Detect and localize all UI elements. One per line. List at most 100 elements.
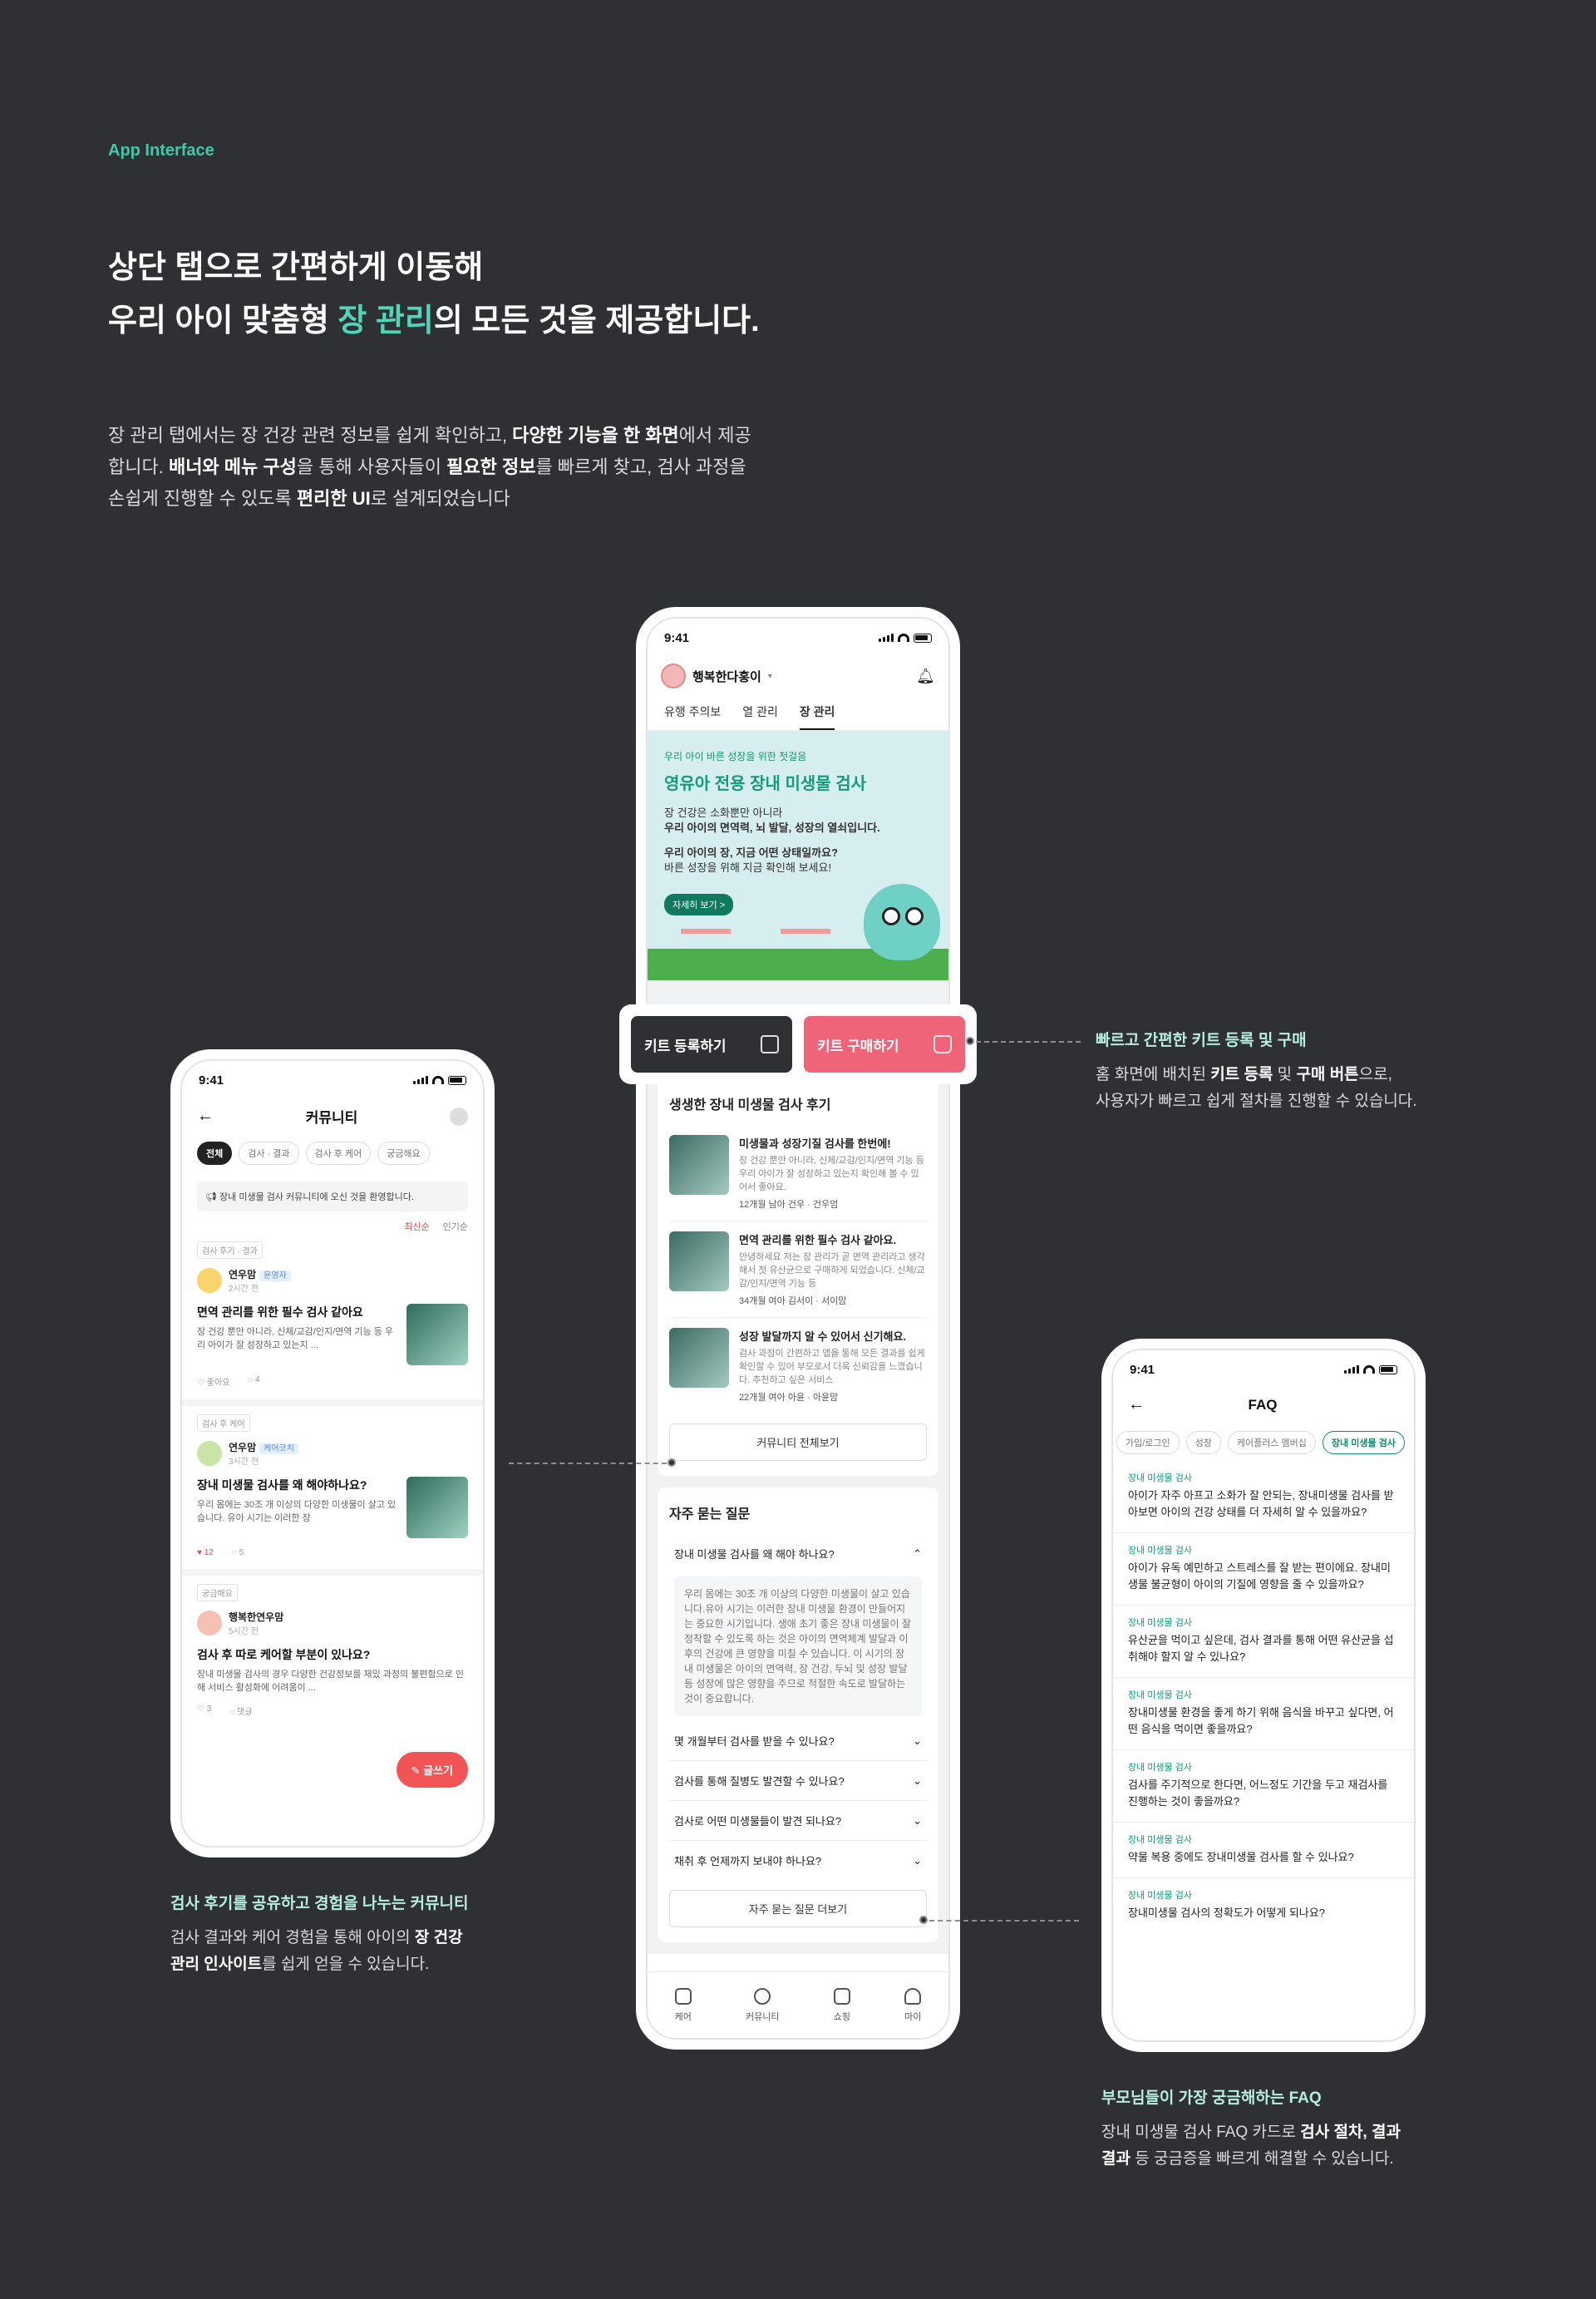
faq-question: 검사를 주기적으로 한다면, 어느정도 기간을 두고 재검사를 진행하는 것이 … [1128, 1779, 1388, 1808]
connector-line [976, 1041, 1081, 1043]
banner-more-button[interactable]: 자세히 보기 > [664, 894, 734, 915]
faq-card[interactable]: 장내 미생물 검사 장내미생물 검사의 정확도가 어떻게 되나요? [1113, 1878, 1414, 1933]
section-tag: App Interface [108, 141, 214, 160]
back-arrow-icon[interactable]: ← [1128, 1395, 1145, 1414]
connector-dot [919, 1916, 928, 1924]
review-card[interactable]: 면역 관리를 위한 필수 검사 같아요. 안녕하세요 저는 장 관리가 곧 면역 … [669, 1221, 927, 1318]
profile-switcher[interactable]: 행복한다홍이 ▾ [661, 664, 772, 688]
post-category: 궁금해요 [197, 1584, 238, 1601]
faq-card[interactable]: 장내 미생물 검사 유산균을 먹이고 싶은데, 검사 결과를 통해 어떤 유산균을… [1113, 1606, 1414, 1678]
chat-icon [754, 1987, 771, 2005]
connector-dot [667, 1458, 676, 1467]
chip-membership[interactable]: 케어플러스 멤버십 [1227, 1431, 1316, 1454]
signal-icon [879, 634, 894, 642]
chip-questions[interactable]: 궁금해요 [377, 1142, 430, 1165]
chip-growth[interactable]: 성장 [1185, 1431, 1221, 1454]
callout-bold: 키트 등록 [1210, 1066, 1273, 1083]
home-screen: 9:41 행복한다홍이 ▾ 🔔︎ 유행 주의보 열 관리 장 관리 우리 아이 … [646, 617, 950, 2040]
page-title: 커뮤니티 [305, 1110, 358, 1126]
avatar [197, 1441, 222, 1466]
chip-gut-test[interactable]: 장내 미생물 검사 [1322, 1431, 1405, 1454]
comment-button[interactable]: ◌ 5 [232, 1548, 244, 1557]
chip-results[interactable]: 검사 · 결과 [239, 1142, 299, 1165]
post-card[interactable]: 궁금해요 행복한연우맘 5시간 전 검사 후 따로 케어할 부분이 있나요? 장내 … [182, 1569, 483, 1729]
faq-card[interactable]: 장내 미생물 검사 장내미생물 환경을 좋게 하기 위해 음식을 바꾸고 싶다면,… [1113, 1678, 1414, 1750]
community-phone: 9:41 ← 커뮤니티 전체 검사 · 결과 검사 후 케어 궁금해요 📢︎ 장… [170, 1049, 495, 1857]
home-phone: 9:41 행복한다홍이 ▾ 🔔︎ 유행 주의보 열 관리 장 관리 우리 아이 … [636, 607, 960, 2050]
promo-banner[interactable]: 우리 아이 바른 성장을 위한 첫걸음 영유아 전용 장내 미생물 검사 장 건… [648, 731, 948, 980]
faq-card[interactable]: 장내 미생물 검사 약물 복용 중에도 장내미생물 검사를 할 수 있나요? [1113, 1823, 1414, 1878]
comment-button[interactable]: ◌ 댓글 [229, 1705, 252, 1717]
desc-text: 로 설계되었습니다 [370, 488, 510, 509]
notice-bar[interactable]: 📢︎ 장내 미생물 검사 커뮤니티에 오신 것을 환영합니다. [197, 1182, 468, 1211]
faq-card[interactable]: 장내 미생물 검사 아이가 유독 예민하고 스트레스를 잘 받는 편이에요. 장내… [1113, 1533, 1414, 1606]
faq-category: 장내 미생물 검사 [1128, 1546, 1192, 1556]
faq-question: 검사로 어떤 미생물들이 발견 되나요? [674, 1815, 842, 1828]
faq-category: 장내 미생물 검사 [1128, 1473, 1192, 1483]
tab-fever[interactable]: 열 관리 [742, 703, 778, 730]
tab-community[interactable]: 커뮤니티 [746, 1987, 780, 2023]
kit-register-button[interactable]: 키트 등록하기 [631, 1016, 792, 1073]
post-title: 면역 관리를 위한 필수 검사 같아요 [197, 1305, 363, 1319]
chevron-up-icon: ⌃ [913, 1547, 922, 1560]
like-button[interactable]: ♡ 좋아요 [197, 1375, 229, 1388]
faq-item[interactable]: 검사로 어떤 미생물들이 발견 되나요? ⌄ [669, 1801, 927, 1841]
chip-signup[interactable]: 가입/로그인 [1116, 1431, 1180, 1454]
chip-care[interactable]: 검사 후 케어 [305, 1142, 372, 1165]
post-body: 장 건강 뿐만 아니라, 신체/교감/인지/면역 기능 등 우리 아이가 잘 성… [197, 1327, 394, 1350]
faq-question: 장내미생물 환경을 좋게 하기 위해 음식을 바꾸고 싶다면, 어떤 음식을 먹… [1128, 1706, 1394, 1735]
faq-item[interactable]: 검사를 통해 질병도 발견할 수 있나요? ⌄ [669, 1761, 927, 1801]
like-button[interactable]: ♡ 3 [197, 1705, 211, 1717]
community-all-button[interactable]: 커뮤니티 전체보기 [669, 1423, 927, 1461]
chip-all[interactable]: 전체 [197, 1142, 233, 1165]
faq-question: 몇 개월부터 검사를 받을 수 있나요? [674, 1735, 835, 1748]
bell-icon[interactable]: 🔔︎ [916, 668, 935, 685]
post-card[interactable]: 검사 후기 · 결과 연우맘 운영자 2시간 전 면역 관리를 위한 필수 검사 같… [182, 1233, 483, 1399]
faq-item[interactable]: 몇 개월부터 검사를 받을 수 있나요? ⌄ [669, 1721, 927, 1761]
banner-title: 영유아 전용 장내 미생물 검사 [664, 775, 867, 793]
back-arrow-icon[interactable]: ← [197, 1107, 214, 1126]
sort-popular[interactable]: 인기순 [443, 1220, 468, 1233]
tab-care[interactable]: 케어 [675, 1987, 692, 2023]
wifi-icon [1363, 1365, 1375, 1374]
callout-part: 및 [1273, 1066, 1297, 1083]
faq-item[interactable]: 채취 후 언제까지 보내야 하나요? ⌄ [669, 1841, 927, 1880]
sort-latest[interactable]: 최신순 [404, 1220, 429, 1233]
callout-part: 으로, [1358, 1066, 1392, 1083]
faq-card[interactable]: 장내 미생물 검사 검사를 주기적으로 한다면, 어느정도 기간을 두고 재검사를… [1113, 1750, 1414, 1823]
faq-item-open[interactable]: 장내 미생물 검사를 왜 해야 하나요? ⌃ [669, 1534, 927, 1573]
status-bar: 9:41 [1113, 1350, 1414, 1389]
comment-button[interactable]: ◌ 4 [248, 1375, 259, 1388]
banner-line: 우리 아이의 장, 지금 어떤 상태일까요? [664, 846, 839, 859]
tab-gut[interactable]: 장 관리 [799, 703, 835, 730]
write-post-button[interactable]: ✎ 글쓰기 [396, 1752, 468, 1788]
profile-icon[interactable] [450, 1107, 468, 1126]
faq-more-button[interactable]: 자주 묻는 질문 더보기 [669, 1890, 927, 1927]
tab-shopping[interactable]: 쇼핑 [833, 1987, 850, 2023]
faq-card[interactable]: 장내 미생물 검사아이가 자주 아프고 소화가 잘 안되는, 장내미생물 검사를… [1113, 1461, 1414, 1533]
callout-title: 부모님들이 가장 궁금해하는 FAQ [1101, 2089, 1322, 2107]
review-meta: 12개월 남아 건우 · 건우엄 [739, 1200, 839, 1210]
tab-label: 쇼핑 [833, 2011, 850, 2022]
write-label: 글쓰기 [423, 1764, 453, 1777]
tab-outbreak[interactable]: 유행 주의보 [664, 703, 721, 730]
top-tabs: 유행 주의보 열 관리 장 관리 [648, 695, 948, 731]
post-thumbnail [406, 1304, 468, 1365]
author-name: 연우맘 [229, 1269, 257, 1280]
callout-community: 검사 후기를 공유하고 경험을 나누는 커뮤니티 검사 결과와 케어 경험을 통… [170, 1891, 520, 1978]
banner-line: 바른 성장을 위해 지금 확인해 보세요! [664, 861, 832, 874]
battery-icon [1379, 1364, 1397, 1374]
signal-icon [413, 1076, 428, 1084]
review-card[interactable]: 미생물과 성장기질 검사를 한번에! 장 건강 뿐만 아니라, 신체/교감/인지/… [669, 1125, 927, 1221]
faq-question: 아이가 자주 아프고 소화가 잘 안되는, 장내미생물 검사를 받아보면 아이의… [1128, 1489, 1394, 1518]
tab-my[interactable]: 마이 [904, 1987, 921, 2023]
post-card[interactable]: 검사 후 케어 연우맘 케어코치 3시간 전 장내 미생물 검사를 왜 해야하나요?… [182, 1399, 483, 1569]
headline-prefix: 우리 아이 맞춤형 [108, 303, 338, 338]
faq-screen: 9:41 ← FAQ 가입/로그인 성장 케어플러스 멤버십 장내 미생물 검사… [1111, 1349, 1416, 2042]
review-card[interactable]: 성장 발달까지 알 수 있어서 신기해요. 검사 과정이 간편하고 앱을 통해 모… [669, 1318, 927, 1413]
review-meta: 22개월 여아 아윤 · 아윤맘 [739, 1393, 839, 1403]
author-name: 행복한연우맘 [229, 1611, 284, 1623]
post-title: 검사 후 따로 케어할 부분이 있나요? [197, 1648, 371, 1661]
like-button[interactable]: ♥ 12 [197, 1548, 214, 1557]
kit-buy-button[interactable]: 키트 구매하기 [804, 1016, 965, 1073]
